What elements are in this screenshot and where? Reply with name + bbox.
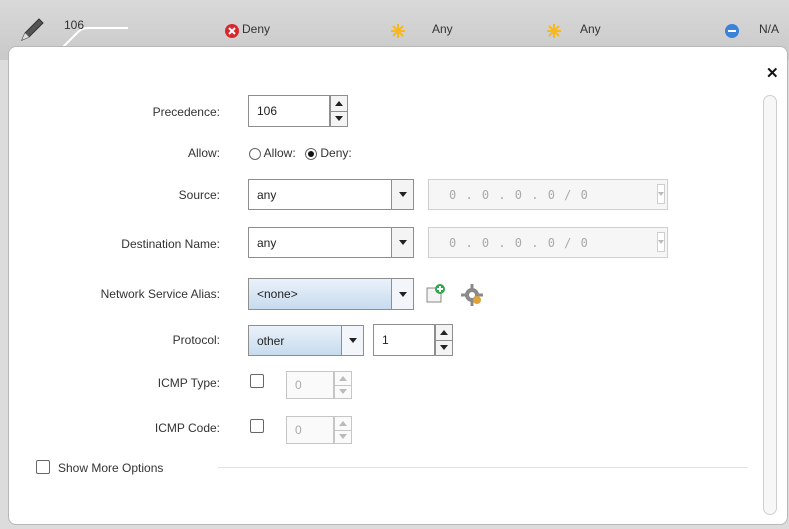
protocol-number-input[interactable]: 1 — [373, 324, 435, 356]
rule-action: Deny — [242, 22, 271, 36]
show-more-options-checkbox[interactable] — [36, 460, 50, 474]
chevron-down-icon — [657, 184, 665, 204]
icmp-code-checkbox[interactable] — [250, 419, 264, 433]
protocol-select[interactable]: other — [248, 325, 364, 356]
precedence-stepper[interactable] — [330, 95, 348, 127]
section-divider — [218, 467, 748, 468]
network-service-alias-value: <none> — [249, 279, 391, 309]
icmp-type-checkbox[interactable] — [250, 374, 264, 388]
close-icon[interactable]: ✕ — [766, 64, 779, 82]
source-ip-field: 0 . 0 . 0 . 0 / 0 — [428, 179, 668, 210]
rule-service: N/A — [759, 22, 780, 36]
allow-radio-group: Allow: Deny: — [249, 146, 352, 160]
any-destination-icon — [547, 24, 561, 38]
na-icon — [725, 24, 739, 38]
rule-id: 106 — [64, 18, 85, 32]
icmp-type-input: 0 — [286, 371, 334, 399]
deny-radio[interactable] — [305, 147, 318, 160]
icmp-type-stepper — [334, 371, 352, 399]
network-service-alias-label: Network Service Alias: — [100, 287, 220, 301]
destination-value: any — [249, 228, 391, 257]
deny-icon — [225, 24, 239, 38]
protocol-value: other — [249, 326, 341, 355]
chevron-down-icon[interactable] — [341, 326, 363, 355]
source-ip-value: 0 . 0 . 0 . 0 / 0 — [449, 187, 589, 202]
chevron-down-icon[interactable] — [391, 279, 413, 309]
chevron-down-icon[interactable] — [391, 180, 413, 209]
protocol-number-stepper[interactable] — [435, 324, 453, 356]
source-value: any — [249, 180, 391, 209]
destination-select[interactable]: any — [248, 227, 414, 258]
protocol-label: Protocol: — [172, 333, 220, 347]
chevron-down-icon — [657, 232, 665, 252]
pencil-icon[interactable] — [16, 14, 46, 44]
any-source-icon — [391, 24, 405, 38]
precedence-label: Precedence: — [152, 105, 220, 119]
icmp-type-label: ICMP Type: — [157, 376, 220, 390]
allow-radio[interactable] — [249, 147, 261, 160]
vertical-scrollbar[interactable] — [763, 95, 777, 515]
icmp-code-label: ICMP Code: — [154, 421, 220, 435]
icmp-code-stepper — [334, 416, 352, 444]
allow-option-label: Allow: — [263, 146, 296, 160]
gear-icon[interactable] — [460, 283, 484, 307]
chevron-down-icon[interactable] — [391, 228, 413, 257]
precedence-input[interactable]: 106 — [248, 95, 330, 127]
network-service-alias-select[interactable]: <none> — [248, 278, 414, 310]
source-label: Source: — [178, 188, 220, 202]
add-alias-icon[interactable] — [426, 284, 446, 304]
show-more-options-label[interactable]: Show More Options — [58, 461, 163, 475]
deny-option-label: Deny: — [320, 146, 352, 160]
destination-ip-value: 0 . 0 . 0 . 0 / 0 — [449, 235, 589, 250]
source-select[interactable]: any — [248, 179, 414, 210]
destination-label: Destination Name: — [121, 237, 220, 251]
icmp-code-input: 0 — [286, 416, 334, 444]
allow-label: Allow: — [187, 146, 220, 160]
rule-destination: Any — [580, 22, 601, 36]
rule-source: Any — [432, 22, 453, 36]
destination-ip-field: 0 . 0 . 0 . 0 / 0 — [428, 227, 668, 258]
